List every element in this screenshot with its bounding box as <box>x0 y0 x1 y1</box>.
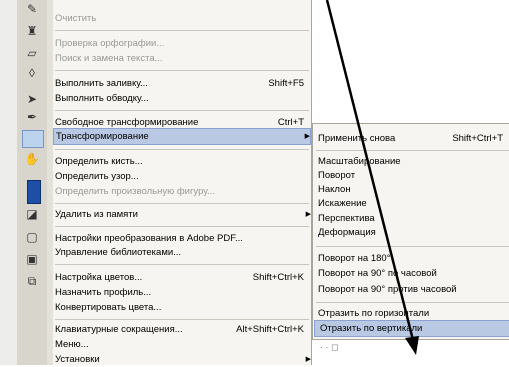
hand-icon[interactable]: ✋ <box>21 150 43 168</box>
menu-item-label: Поворот на 90° против часовой <box>318 284 457 295</box>
menu-item-label: Настройки преобразования в Adobe PDF... <box>55 233 243 244</box>
menu-separator <box>55 226 309 227</box>
menu-item-clear[interactable]: Очистить <box>53 11 311 26</box>
left-panel-edge <box>0 0 17 365</box>
menu-item-transform[interactable]: Трансформирование ▶ <box>53 128 311 145</box>
submenu-item-scale[interactable]: Масштабирование <box>313 154 509 169</box>
submenu-item-again[interactable]: Применить снова Shift+Ctrl+T <box>313 131 509 146</box>
submenu-item-rotate[interactable]: Поворот <box>313 168 509 183</box>
menu-item-label: Очистить <box>55 13 97 24</box>
pen-icon[interactable]: ✒ <box>21 108 43 126</box>
menu-item-label: Поворот на 90° по часовой <box>318 268 437 279</box>
menu-separator <box>55 70 309 71</box>
menu-item-define-pattern[interactable]: Определить узор... <box>53 169 311 184</box>
menu-item-keyboard-shortcuts[interactable]: Клавиатурные сокращения... Alt+Shift+Ctrl… <box>53 322 311 337</box>
mask-icon[interactable]: ▢ <box>21 228 43 246</box>
menu-item-label: Удалить из памяти <box>55 209 138 220</box>
menu-item-purge[interactable]: Удалить из памяти ▶ <box>53 207 311 222</box>
submenu-arrow-icon: ▶ <box>304 133 310 140</box>
menu-item-label: Настройка цветов... <box>55 272 143 283</box>
menu-item-spellcheck[interactable]: Проверка орфографии... <box>53 36 311 51</box>
menu-item-label: Определить узор... <box>55 171 139 182</box>
menu-separator <box>55 149 309 150</box>
menu-item-define-shape[interactable]: Определить произвольную фигуру... <box>53 184 311 199</box>
menu-item-label: Поворот <box>318 170 356 181</box>
submenu-item-perspective[interactable]: Перспектива <box>313 211 509 226</box>
menu-item-preset-manager[interactable]: Управление библиотеками... <box>53 245 311 260</box>
eraser-icon[interactable]: ▱ <box>21 44 43 62</box>
menu-item-label: Определить произвольную фигуру... <box>55 186 215 197</box>
pencil-icon[interactable]: ✎ <box>21 0 43 18</box>
menu-separator <box>55 319 309 320</box>
menu-item-color-settings[interactable]: Настройка цветов... Shift+Ctrl+K <box>53 270 311 285</box>
submenu-item-rotate-90-cw[interactable]: Поворот на 90° по часовой <box>313 266 509 281</box>
edit-menu: Очистить Проверка орфографии... Поиск и … <box>47 0 312 365</box>
foreground-color-swatch[interactable] <box>27 180 41 204</box>
menu-separator <box>316 246 509 247</box>
canvas-marquee: · · ◻ <box>320 342 339 352</box>
menu-item-label: Назначить профиль... <box>55 287 152 298</box>
menu-separator <box>55 264 309 265</box>
menu-separator <box>55 110 309 111</box>
menu-item-define-brush[interactable]: Определить кисть... <box>53 154 311 169</box>
menu-item-fill[interactable]: Выполнить заливку... Shift+F5 <box>53 76 311 91</box>
shortcut: Shift+F5 <box>268 78 304 89</box>
swap-icon[interactable]: ◪ <box>21 205 43 223</box>
submenu-arrow-icon: ▶ <box>305 211 311 218</box>
menu-item-label: Поиск и замена текста... <box>55 53 163 64</box>
menu-item-label: Трансформирование <box>56 131 149 142</box>
note-icon[interactable] <box>22 130 44 148</box>
menu-item-label: Применить снова <box>318 133 396 144</box>
menu-item-label: Поворот на 180° <box>318 253 391 264</box>
arrow-icon[interactable]: ➤ <box>21 90 43 108</box>
menu-item-label: Отразить по вертикали <box>320 323 423 334</box>
menu-item-stroke[interactable]: Выполнить обводку... <box>53 91 311 106</box>
shortcut: Shift+Ctrl+T <box>452 133 503 144</box>
submenu-item-skew[interactable]: Наклон <box>313 182 509 197</box>
transform-submenu: Применить снова Shift+Ctrl+T Масштабирова… <box>312 123 509 340</box>
menu-item-label: Определить кисть... <box>55 156 143 167</box>
tools-panel: ✎ ♜ ▱ ◊ ➤ ✒ ✋ ◪ ▢ ▣ ⧉ <box>17 0 48 365</box>
menu-item-label: Деформация <box>318 227 376 238</box>
menu-separator <box>55 30 309 31</box>
menu-item-label: Проверка орфографии... <box>55 38 165 49</box>
submenu-item-warp[interactable]: Деформация <box>313 225 509 240</box>
menu-item-label: Масштабирование <box>318 156 401 167</box>
jump-icon[interactable]: ⧉ <box>21 272 43 290</box>
shortcut: Alt+Shift+Ctrl+K <box>236 324 304 335</box>
menu-item-label: Конвертировать цвета... <box>55 302 162 313</box>
submenu-item-rotate-90-ccw[interactable]: Поворот на 90° против часовой <box>313 282 509 297</box>
menu-item-label: Наклон <box>318 184 351 195</box>
menu-item-label: Перспектива <box>318 213 375 224</box>
menu-item-label: Управление библиотеками... <box>55 247 182 258</box>
menu-item-find-replace[interactable]: Поиск и замена текста... <box>53 51 311 66</box>
menu-item-label: Выполнить обводку... <box>55 93 149 104</box>
menu-item-assign-profile[interactable]: Назначить профиль... <box>53 285 311 300</box>
menu-item-pdf-presets[interactable]: Настройки преобразования в Adobe PDF... <box>53 231 311 246</box>
menu-item-menus[interactable]: Меню... <box>53 337 311 352</box>
submenu-item-flip-horizontal[interactable]: Отразить по горизонтали <box>313 306 509 321</box>
menu-separator <box>55 203 309 204</box>
menu-item-convert-colors[interactable]: Конвертировать цвета... <box>53 300 311 315</box>
menu-item-label: Клавиатурные сокращения... <box>55 324 183 335</box>
menu-item-label: Выполнить заливку... <box>55 78 148 89</box>
submenu-item-rotate-180[interactable]: Поворот на 180° <box>313 251 509 266</box>
submenu-item-flip-vertical[interactable]: Отразить по вертикали <box>314 320 509 337</box>
menu-separator <box>316 150 509 151</box>
screen-mode-icon[interactable]: ▣ <box>21 250 43 268</box>
menu-item-label: Искажение <box>318 198 367 209</box>
shortcut: Shift+Ctrl+K <box>252 272 304 283</box>
menu-separator <box>316 302 509 303</box>
stamp-icon[interactable]: ♜ <box>21 22 43 40</box>
submenu-item-distort[interactable]: Искажение <box>313 196 509 211</box>
menu-item-label: Отразить по горизонтали <box>318 308 430 319</box>
drop-icon[interactable]: ◊ <box>21 64 43 82</box>
menu-item-label: Меню... <box>55 339 89 350</box>
